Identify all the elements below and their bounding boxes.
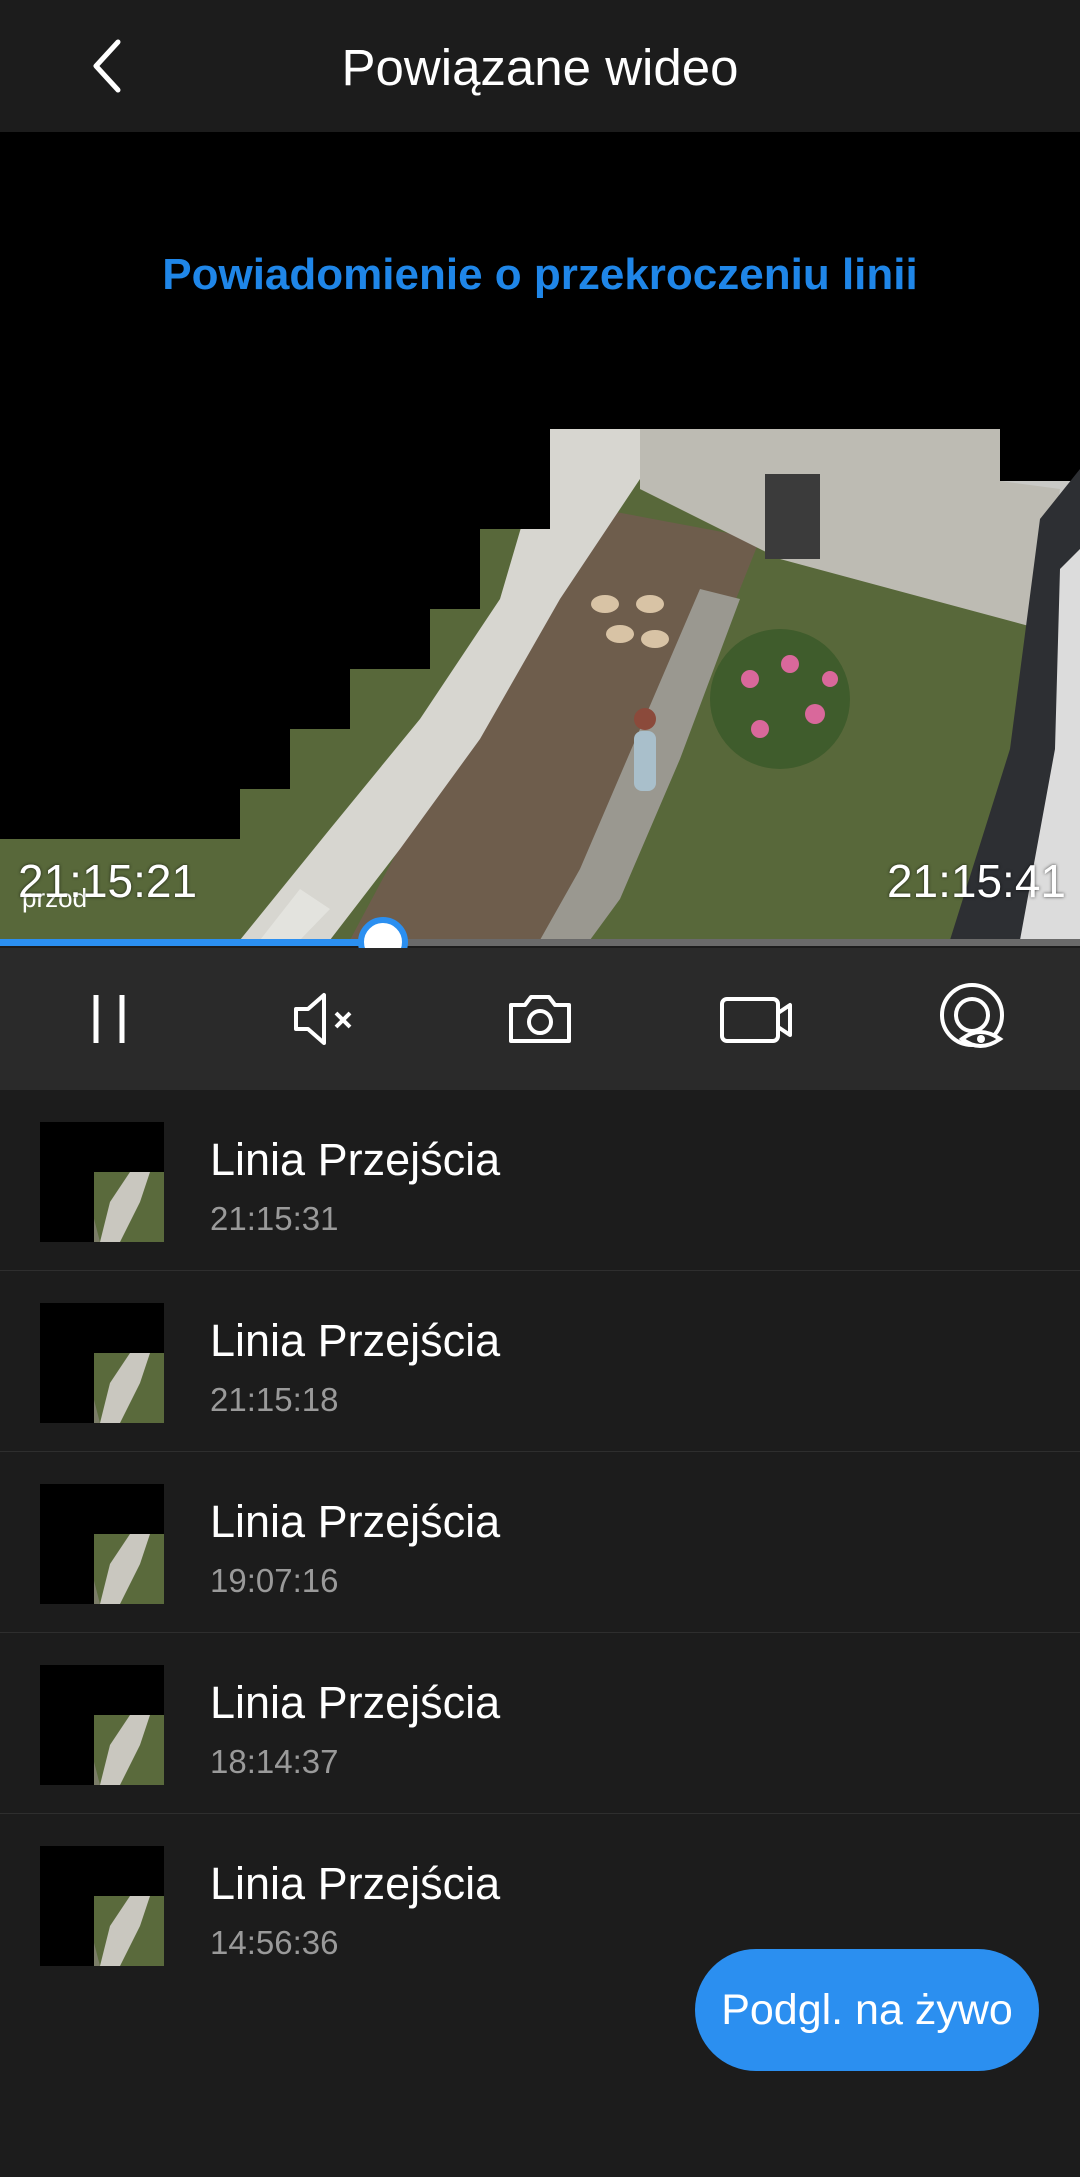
event-title: Linia Przejścia — [210, 1496, 501, 1547]
pause-icon — [93, 995, 125, 1043]
event-list: Linia Przejścia 21:15:31 Linia Przejścia… — [0, 1090, 1080, 1994]
event-item[interactable]: Linia Przejścia 19:07:16 — [0, 1452, 1080, 1633]
event-item[interactable]: Linia Przejścia 21:15:18 — [0, 1271, 1080, 1452]
event-time: 21:15:18 — [210, 1381, 339, 1418]
event-item[interactable]: Linia Przejścia 18:14:37 — [0, 1633, 1080, 1814]
record-button[interactable] — [701, 964, 811, 1074]
event-time: 21:15:31 — [210, 1200, 339, 1237]
event-time: 14:56:36 — [210, 1924, 339, 1961]
live-preview-button[interactable]: Podgl. na żywo — [695, 1949, 1039, 2071]
start-timestamp: 21:15:21 — [18, 855, 198, 907]
snapshot-button[interactable] — [485, 964, 595, 1074]
progress-fill — [0, 939, 384, 946]
mute-button[interactable] — [270, 964, 380, 1074]
page-title: Powiązane wideo — [341, 39, 739, 96]
back-button[interactable] — [78, 36, 138, 96]
event-title: Powiadomienie o przekroczeniu linii — [162, 250, 918, 299]
pause-button[interactable] — [54, 964, 164, 1074]
event-time: 18:14:37 — [210, 1743, 339, 1780]
event-time: 19:07:16 — [210, 1562, 339, 1599]
live-view-button[interactable] — [917, 964, 1027, 1074]
playback-controls — [0, 948, 1080, 1090]
camera-icon — [509, 995, 571, 1043]
event-title: Linia Przejścia — [210, 1677, 501, 1728]
event-title: Linia Przejścia — [210, 1858, 501, 1909]
speaker-muted-icon — [294, 993, 352, 1045]
playback-progress[interactable] — [0, 917, 1080, 967]
app-header: Powiązane wideo — [0, 0, 1080, 132]
event-title: Linia Przejścia — [210, 1134, 501, 1185]
event-title: Linia Przejścia — [210, 1315, 501, 1366]
event-thumbnail — [40, 1122, 164, 1242]
video-camera-icon — [720, 997, 792, 1043]
event-item[interactable]: Linia Przejścia 21:15:31 — [0, 1090, 1080, 1271]
event-thumbnail — [40, 1303, 164, 1423]
event-thumbnail — [40, 1665, 164, 1785]
video-player[interactable]: Powiadomienie o przekroczeniu linii przo… — [0, 132, 1080, 940]
event-thumbnail — [40, 1846, 164, 1966]
end-timestamp: 21:15:41 — [886, 855, 1066, 907]
chevron-left-icon — [93, 39, 121, 93]
event-thumbnail — [40, 1484, 164, 1604]
eye-icon — [940, 983, 1004, 1048]
